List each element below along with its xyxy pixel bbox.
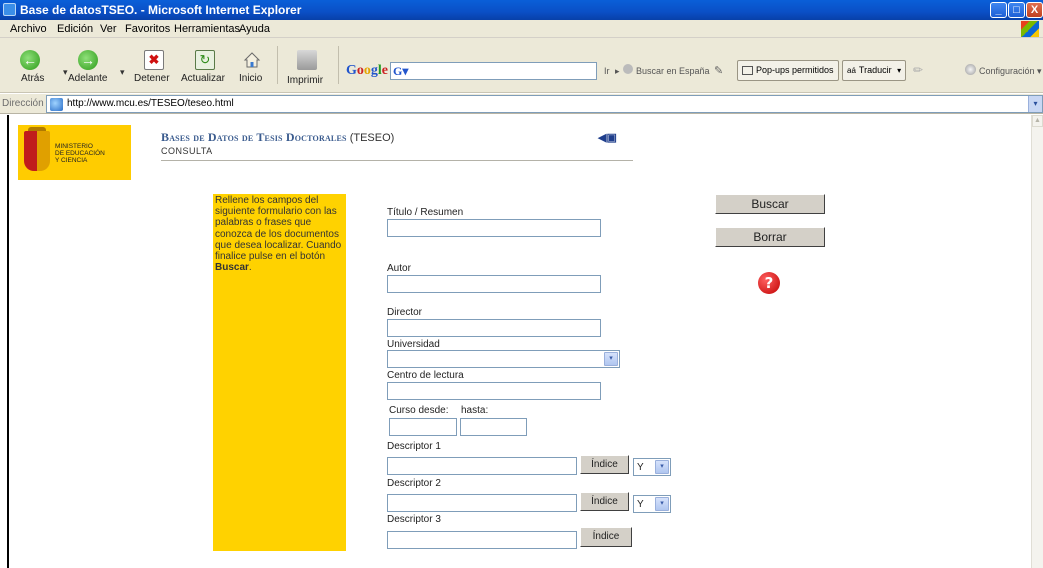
address-input[interactable]: http://www.mcu.es/TESEO/teseo.html ▾	[46, 95, 1043, 113]
popup-window-icon	[742, 66, 753, 76]
menu-ayuda[interactable]: Ayuda	[239, 23, 270, 35]
director-input[interactable]	[387, 319, 601, 337]
indice2-button[interactable]: Índice	[580, 492, 629, 511]
menu-bar: Archivo Edición Ver Favoritos Herramient…	[0, 20, 1043, 38]
borrar-button[interactable]: Borrar	[715, 227, 825, 247]
coat-of-arms-icon	[24, 131, 50, 171]
back-arrow-icon: ←	[20, 50, 40, 70]
universidad-select[interactable]: ▾	[387, 350, 620, 368]
help-icon[interactable]: ?	[758, 272, 780, 294]
address-label: Dirección	[2, 98, 44, 109]
page-subtitle: CONSULTA	[161, 146, 213, 156]
window-title: Base de datosTSEO. - Microsoft Internet …	[20, 3, 302, 17]
address-bar: Dirección http://www.mcu.es/TESEO/teseo.…	[0, 94, 1043, 114]
toolbar-separator	[338, 46, 339, 84]
autor-input[interactable]	[387, 275, 601, 293]
popups-allowed-button[interactable]: Pop-ups permitidos	[737, 60, 839, 81]
centro-label: Centro de lectura	[387, 370, 464, 381]
menu-herramientas[interactable]: Herramientas	[174, 23, 240, 35]
titulo-label: Título / Resumen	[387, 207, 464, 218]
chevron-down-icon: ▾	[604, 352, 618, 366]
ministry-logo[interactable]: MINISTERIO DE EDUCACIÓN Y CIENCIA	[18, 125, 131, 180]
descriptor3-input[interactable]	[387, 531, 577, 549]
operator1-select[interactable]: Y ▾	[633, 458, 671, 476]
page-icon	[50, 98, 63, 111]
windows-logo-icon	[1021, 21, 1039, 37]
universidad-label: Universidad	[387, 339, 440, 350]
minimize-button[interactable]: _	[990, 2, 1007, 18]
refresh-icon: ↻	[195, 50, 215, 70]
address-dropdown-icon[interactable]: ▾	[1028, 96, 1042, 112]
back-nav-icon[interactable]: ◀▣	[598, 131, 617, 144]
google-toolbar-logo[interactable]: Google	[346, 63, 388, 79]
instructions-text: Rellene los campos del siguiente formula…	[215, 195, 342, 274]
search-spain-button[interactable]: Buscar en España	[636, 66, 710, 76]
hasta-label: hasta:	[461, 405, 489, 416]
stop-icon: ✖	[144, 50, 164, 70]
indice3-button[interactable]: Índice	[580, 527, 632, 547]
operator2-select[interactable]: Y ▾	[633, 495, 671, 513]
menu-edicion[interactable]: Edición	[57, 23, 93, 35]
descriptor2-label: Descriptor 2	[387, 478, 441, 489]
curso-hasta-input[interactable]	[460, 418, 527, 436]
translate-button[interactable]: aá Traducir ▾	[842, 60, 907, 81]
google-arrow-icon: ▸	[615, 66, 620, 76]
google-go-button[interactable]: Ir	[604, 66, 610, 76]
autor-label: Autor	[387, 263, 411, 274]
printer-icon	[297, 50, 317, 70]
header-divider	[161, 160, 633, 161]
forward-arrow-icon: →	[78, 50, 98, 70]
back-dropdown-icon[interactable]: ▾	[63, 67, 68, 78]
maximize-button[interactable]: □	[1008, 2, 1025, 18]
window-title-bar: Base de datosTSEO. - Microsoft Internet …	[0, 0, 1043, 20]
chevron-down-icon: ▾	[655, 460, 669, 474]
descriptor2-input[interactable]	[387, 494, 577, 512]
ie-window-icon	[3, 3, 16, 16]
page-title: Bases de Datos de Tesis Doctorales (TESE…	[161, 130, 395, 144]
descriptor1-label: Descriptor 1	[387, 441, 441, 452]
indice1-button[interactable]: Índice	[580, 455, 629, 474]
highlight-icon[interactable]: ✎	[714, 64, 723, 77]
translate-icon: aá	[847, 66, 856, 75]
instructions-panel: Rellene los campos del siguiente formula…	[213, 194, 346, 551]
curso-desde-label: Curso desde:	[389, 405, 449, 416]
director-label: Director	[387, 307, 423, 318]
pencil-icon[interactable]: ✏	[913, 63, 923, 77]
content-left-border	[7, 115, 9, 568]
search-spain-icon	[623, 64, 633, 74]
translate-dropdown-icon: ▾	[897, 66, 902, 75]
settings-button[interactable]: Configuración ▾	[979, 66, 1042, 77]
google-search-input[interactable]: G▾	[390, 62, 597, 80]
address-url: http://www.mcu.es/TESEO/teseo.html	[67, 98, 234, 109]
descriptor1-input[interactable]	[387, 457, 577, 475]
home-icon	[242, 50, 262, 70]
centro-lectura-input[interactable]	[387, 382, 601, 400]
menu-favoritos[interactable]: Favoritos	[125, 23, 170, 35]
vertical-scrollbar[interactable]: ▲	[1031, 115, 1043, 568]
titulo-resumen-input[interactable]	[387, 219, 601, 237]
scroll-up-icon[interactable]: ▲	[1032, 115, 1043, 127]
google-search-menu-icon[interactable]: G▾	[393, 64, 408, 79]
menu-archivo[interactable]: Archivo	[10, 23, 47, 35]
forward-dropdown-icon[interactable]: ▾	[120, 67, 125, 78]
menu-ver[interactable]: Ver	[100, 23, 117, 35]
settings-icon	[965, 64, 976, 75]
toolbar-separator	[277, 46, 278, 84]
curso-desde-input[interactable]	[389, 418, 457, 436]
close-window-button[interactable]: X	[1026, 2, 1043, 18]
chevron-down-icon: ▾	[655, 497, 669, 511]
descriptor3-label: Descriptor 3	[387, 514, 441, 525]
buscar-button[interactable]: Buscar	[715, 194, 825, 214]
